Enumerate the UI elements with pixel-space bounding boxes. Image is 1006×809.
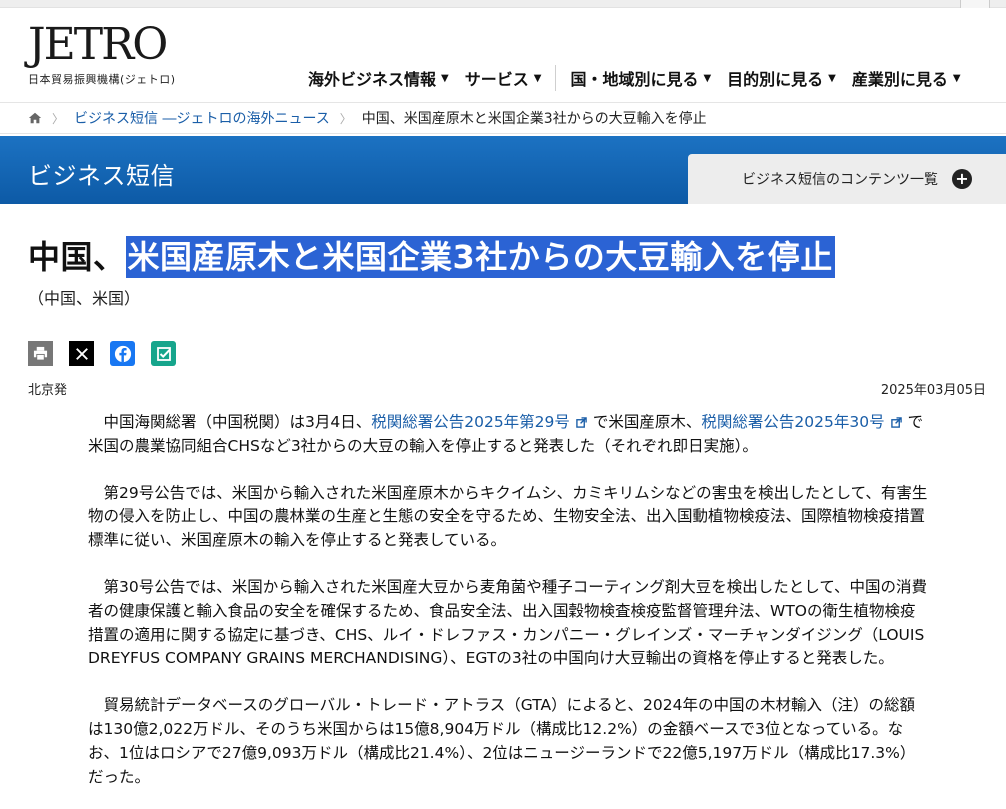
external-link-icon[interactable] <box>576 417 587 428</box>
nav-label: サービス <box>464 70 529 89</box>
contents-list-label: ビジネス短信のコンテンツ一覧 <box>742 172 938 188</box>
browser-top-strip <box>0 0 1006 8</box>
nav-label: 目的別に見る <box>727 70 824 89</box>
paragraph-4: 貿易統計データベースのグローバル・トレード・アトラス（GTA）によると、2024… <box>88 696 916 786</box>
nav-by-industry[interactable]: 産業別に見る ▼ <box>852 66 961 90</box>
banner-title: ビジネス短信 <box>28 162 175 190</box>
p1-text-2: で米国産原木、 <box>592 413 702 431</box>
dateline-location: 北京発 <box>28 383 68 398</box>
article-body: 中国海関総署（中国税関）は3月4日、税関総署公告2025年第29号 で米国産原木、… <box>88 411 928 809</box>
jetro-logo[interactable]: JETRO 日本貿易振興機構(ジェトロ) <box>28 22 188 87</box>
check-icon[interactable] <box>151 341 176 366</box>
chevron-right-icon: 〉 <box>52 111 65 126</box>
x-icon[interactable] <box>69 341 94 366</box>
p1-text-1: 中国海関総署（中国税関）は3月4日、 <box>103 413 372 431</box>
section-banner: ビジネス短信 ビジネス短信のコンテンツ一覧 + <box>0 136 1006 204</box>
article-title: 中国、米国産原木と米国企業3社からの大豆輸入を停止 <box>28 232 835 278</box>
logo-subtitle: 日本貿易振興機構(ジェトロ) <box>28 73 176 86</box>
announcement-29-link[interactable]: 税関総署公告2025年第29号 <box>371 413 570 431</box>
global-nav: 海外ビジネス情報 ▼ サービス ▼ 国・地域別に見る ▼ 目的別に見る ▼ 産業… <box>308 65 961 91</box>
publish-date: 2025年03月05日 <box>880 383 986 398</box>
nav-by-purpose[interactable]: 目的別に見る ▼ <box>727 66 836 90</box>
nav-by-country[interactable]: 国・地域別に見る ▼ <box>570 66 711 90</box>
nav-services[interactable]: サービス ▼ <box>465 66 542 90</box>
breadcrumb: 〉 ビジネス短信 ―ジェトロの海外ニュース 〉 中国、米国産原木と米国企業3社か… <box>0 102 1006 134</box>
nav-label: 海外ビジネス情報 <box>308 70 437 89</box>
facebook-icon[interactable] <box>110 341 135 366</box>
contents-list-button[interactable]: ビジネス短信のコンテンツ一覧 + <box>688 154 1006 204</box>
external-link-icon[interactable] <box>890 417 902 428</box>
caret-down-icon: ▼ <box>952 72 961 84</box>
caret-down-icon: ▼ <box>441 72 449 84</box>
logo-text: JETRO <box>28 19 168 70</box>
print-icon[interactable] <box>28 341 53 366</box>
home-icon[interactable] <box>28 111 42 125</box>
title-prefix: 中国、 <box>28 238 126 276</box>
plus-circle-icon: + <box>952 169 972 189</box>
nav-overseas-business[interactable]: 海外ビジネス情報 ▼ <box>308 66 449 90</box>
caret-down-icon: ▼ <box>533 72 542 84</box>
announcement-30-link[interactable]: 税関総署公告2025年30号 <box>701 413 884 431</box>
nav-label: 国・地域別に見る <box>570 70 699 89</box>
paragraph-3: 第30号公告では、米国から輸入された米国産大豆から麦角菌や種子コーティング剤大豆… <box>88 577 928 668</box>
paragraph-2: 第29号公告では、米国から輸入された米国産原木からキクイムシ、カミキリムシなどの… <box>88 483 928 550</box>
nav-divider <box>555 65 557 91</box>
caret-down-icon: ▼ <box>703 72 712 84</box>
breadcrumb-current: 中国、米国産原木と米国企業3社からの大豆輸入を停止 <box>361 111 707 127</box>
title-selected-text: 米国産原木と米国企業3社からの大豆輸入を停止 <box>125 236 835 278</box>
article-region: （中国、米国） <box>28 289 141 308</box>
share-bar <box>28 341 176 366</box>
caret-down-icon: ▼ <box>828 72 836 84</box>
chevron-right-icon: 〉 <box>339 111 352 126</box>
paragraph-1: 中国海関総署（中国税関）は3月4日、税関総署公告2025年第29号 で米国産原木、… <box>88 411 928 459</box>
nav-label: 産業別に見る <box>851 70 948 89</box>
breadcrumb-link-biz-news[interactable]: ビジネス短信 ―ジェトロの海外ニュース <box>74 108 330 128</box>
scroll-stub <box>960 0 990 8</box>
